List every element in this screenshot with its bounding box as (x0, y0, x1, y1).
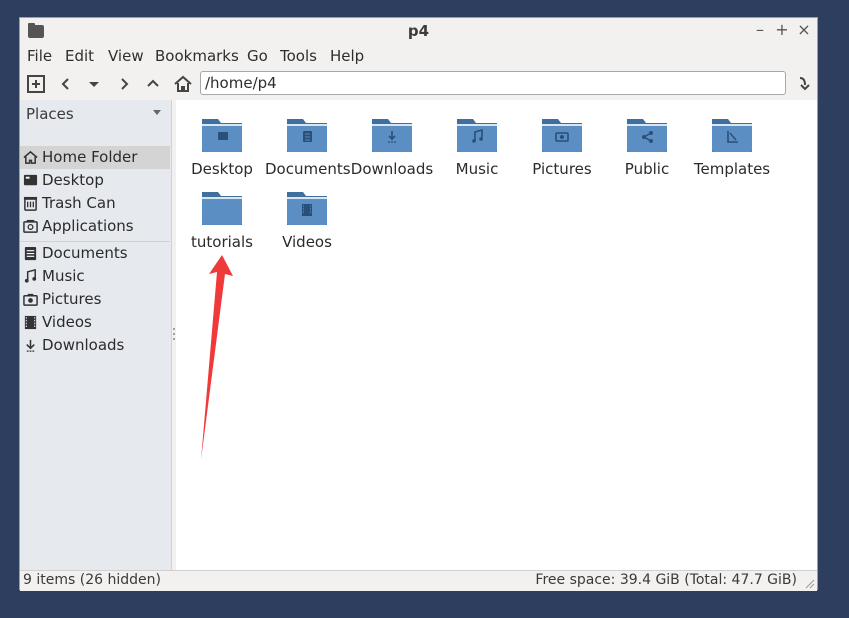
file-name: Public (624, 160, 670, 178)
folder-videos-icon (287, 192, 327, 225)
file-name: Desktop (191, 160, 253, 178)
folder-item-pictures[interactable]: Pictures (520, 110, 604, 180)
jump-down-icon (799, 77, 810, 91)
file-name: Pictures (532, 160, 592, 178)
sidebar-item-label: Pictures (42, 290, 102, 308)
sidebar-item-label: Trash Can (42, 194, 116, 212)
folder-item-videos[interactable]: Videos (265, 183, 349, 253)
menu-go[interactable]: Go (247, 47, 268, 65)
folder-icon (202, 192, 242, 225)
applications-icon (23, 219, 38, 233)
chevron-up-icon (147, 79, 159, 87)
folder-item-downloads[interactable]: Downloads (350, 110, 434, 180)
folder-item-documents[interactable]: Documents (265, 110, 351, 180)
folder-documents-icon (287, 119, 327, 152)
sidebar-item-applications[interactable]: Applications (20, 215, 170, 238)
folder-item-music[interactable]: Music (435, 110, 519, 180)
videos-icon (24, 315, 37, 330)
up-button[interactable] (141, 72, 165, 96)
sidebar-item-music[interactable]: Music (20, 265, 170, 288)
location-input[interactable] (200, 71, 786, 95)
sidebar-item-pictures[interactable]: Pictures (20, 288, 170, 311)
new-tab-icon (27, 75, 45, 93)
menu-help[interactable]: Help (330, 47, 364, 65)
go-button[interactable] (790, 72, 814, 96)
sidebar-places: Places Home Folder Desktop Trash Can App… (20, 100, 172, 570)
pictures-icon (23, 293, 38, 306)
sidebar-item-documents[interactable]: Documents (20, 242, 170, 265)
home-button[interactable] (171, 72, 195, 96)
file-name: Videos (282, 233, 332, 251)
caret-down-icon (89, 82, 99, 87)
desktop-icon (23, 174, 38, 186)
file-name: Documents (265, 160, 351, 178)
forward-button[interactable] (112, 72, 136, 96)
sidebar-item-desktop[interactable]: Desktop (20, 169, 170, 192)
folder-desktop-icon (202, 119, 242, 152)
chevron-left-icon (61, 78, 69, 90)
folder-pictures-icon (542, 119, 582, 152)
sidebar-item-label: Music (42, 267, 85, 285)
resize-grip-icon[interactable] (803, 577, 815, 589)
chevron-right-icon (121, 78, 129, 90)
sidebar-item-downloads[interactable]: Downloads (20, 334, 170, 357)
sidebar-item-videos[interactable]: Videos (20, 311, 170, 334)
folder-item-templates[interactable]: Templates (690, 110, 774, 180)
sidebar-item-trash[interactable]: Trash Can (20, 192, 170, 215)
documents-icon (24, 246, 37, 261)
folder-music-icon (457, 119, 497, 152)
minimize-button[interactable]: – (751, 21, 769, 39)
title-bar[interactable]: p4 – + × (20, 18, 817, 44)
menu-bar: File Edit View Bookmarks Go Tools Help (20, 44, 817, 68)
menu-edit[interactable]: Edit (65, 47, 94, 65)
file-manager-window: p4 – + × File Edit View Bookmarks Go Too… (19, 17, 818, 591)
sidebar-item-label: Desktop (42, 171, 104, 189)
home-icon (174, 75, 192, 92)
file-name: Music (455, 160, 499, 178)
sidebar-item-label: Applications (42, 217, 134, 235)
sidebar-item-home-folder[interactable]: Home Folder (20, 146, 170, 169)
window-title: p4 (407, 22, 430, 40)
sidebar-item-label: Home Folder (42, 148, 138, 166)
folder-downloads-icon (372, 119, 412, 152)
sidebar-item-label: Downloads (42, 336, 125, 354)
folder-item-desktop[interactable]: Desktop (180, 110, 264, 180)
file-name: tutorials (191, 233, 253, 251)
item-count: 9 items (26 hidden) (23, 572, 161, 588)
sidebar-item-label: Documents (42, 244, 128, 262)
history-dropdown-button[interactable] (82, 72, 106, 96)
caret-down-icon[interactable] (152, 109, 162, 117)
menu-bookmarks[interactable]: Bookmarks (155, 47, 239, 65)
music-icon (24, 269, 37, 283)
toolbar (20, 68, 817, 100)
folder-item-public[interactable]: Public (605, 110, 689, 180)
folder-public-icon (627, 119, 667, 152)
downloads-icon (26, 339, 35, 352)
menu-tools[interactable]: Tools (280, 47, 317, 65)
new-tab-button[interactable] (24, 72, 48, 96)
maximize-button[interactable]: + (773, 21, 791, 39)
trash-icon (23, 196, 38, 211)
file-view[interactable]: Desktop Documents Downloads Music Pictur… (176, 100, 817, 570)
sidebar-item-label: Videos (42, 313, 92, 331)
close-button[interactable]: × (795, 21, 813, 39)
menu-file[interactable]: File (27, 47, 52, 65)
file-name: Downloads (350, 160, 434, 178)
folder-templates-icon (712, 119, 752, 152)
file-name: Templates (693, 160, 771, 178)
places-header[interactable]: Places (26, 105, 74, 123)
menu-view[interactable]: View (108, 47, 144, 65)
home-icon (23, 150, 38, 164)
free-space: Free space: 39.4 GiB (Total: 47.7 GiB) (535, 572, 797, 588)
folder-item-tutorials[interactable]: tutorials (180, 183, 264, 253)
back-button[interactable] (54, 72, 78, 96)
status-bar: 9 items (26 hidden) Free space: 39.4 GiB… (20, 570, 817, 591)
